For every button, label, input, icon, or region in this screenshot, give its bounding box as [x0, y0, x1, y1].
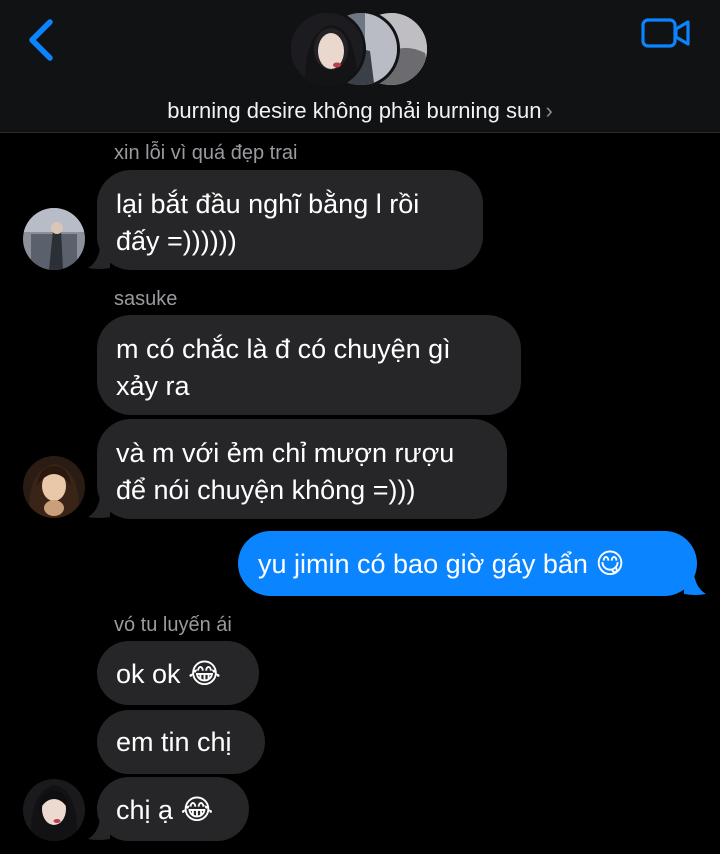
bubble-tail — [88, 497, 110, 518]
conversation-title-text: burning desire không phải burning sun — [167, 98, 542, 123]
message-line: để nói chuyện không =))) — [116, 475, 416, 505]
message-line: đấy =)))))) — [116, 226, 237, 256]
conversation-title[interactable]: burning desire không phải burning sun › — [0, 98, 720, 124]
message-line: m có chắc là đ có chuyện gì — [116, 334, 451, 364]
message-bubble[interactable]: m có chắc là đ có chuyện gì xảy ra — [97, 315, 521, 415]
chevron-left-icon — [29, 19, 53, 61]
sender-name: sasuke — [114, 288, 178, 310]
back-button[interactable] — [22, 14, 62, 66]
message-line: xảy ra — [116, 371, 190, 401]
avatar[interactable] — [23, 456, 85, 518]
bubble-tail — [88, 248, 110, 269]
message-line: lại bắt đầu nghĩ bằng l rồi — [116, 189, 420, 219]
bubble-tail — [88, 819, 110, 840]
outgoing-message-bubble[interactable]: yu jimin có bao giờ gáy bẩn 😋 — [238, 531, 697, 596]
message-bubble[interactable]: và m với ẻm chỉ mượn rượu để nói chuyện … — [97, 419, 507, 519]
avatar[interactable] — [23, 779, 85, 841]
message-bubble[interactable]: ok ok 😂 — [97, 641, 259, 705]
message-bubble[interactable]: chị ạ 😂 — [97, 777, 249, 841]
sender-name: vó tu luyến ái — [114, 614, 232, 636]
message-text: em tin chị — [116, 727, 232, 757]
group-avatar[interactable] — [288, 10, 432, 90]
sender-name: xin lỗi vì quá đẹp trai — [114, 142, 298, 164]
yum-emoji-icon: 😋 — [595, 547, 625, 580]
bubble-tail — [684, 574, 706, 595]
chat-header: burning desire không phải burning sun › — [0, 0, 720, 133]
chevron-right-icon: › — [545, 98, 553, 123]
message-text: ok ok — [116, 659, 181, 689]
message-text: chị ạ — [116, 795, 174, 825]
video-call-icon[interactable] — [640, 14, 692, 52]
avatar[interactable] — [23, 208, 85, 270]
laughing-emoji-icon: 😂 — [188, 657, 221, 690]
laughing-emoji-icon: 😂 — [180, 793, 214, 826]
message-bubble[interactable]: em tin chị — [97, 710, 265, 774]
message-text: yu jimin có bao giờ gáy bẩn — [258, 549, 588, 579]
message-bubble[interactable]: lại bắt đầu nghĩ bằng l rồi đấy =)))))) — [97, 170, 483, 270]
avatar-1 — [288, 10, 366, 88]
message-line: và m với ẻm chỉ mượn rượu — [116, 438, 455, 468]
